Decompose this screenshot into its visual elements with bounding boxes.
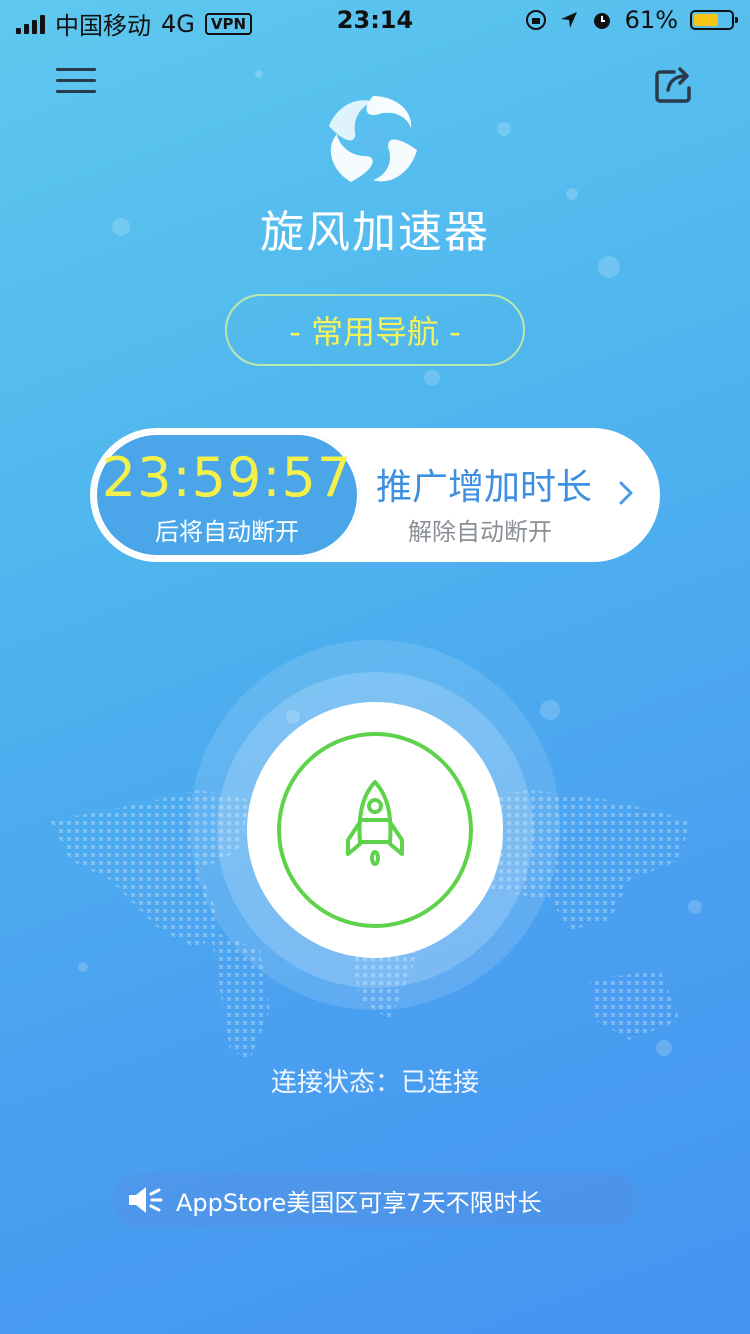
- whirlwind-logo-icon: [329, 96, 417, 182]
- status-right: 61%: [525, 6, 738, 34]
- hamburger-menu-icon: [56, 68, 96, 93]
- countdown-caption: 后将自动断开: [155, 518, 299, 546]
- battery-icon: [690, 10, 738, 30]
- rocket-icon: [346, 780, 404, 866]
- menu-button[interactable]: [56, 62, 96, 102]
- chevron-right-icon[interactable]: [616, 478, 636, 508]
- status-bar: 中国移动 4G VPN 23:14 61%: [0, 0, 750, 40]
- notice-banner[interactable]: AppStore美国区可享7天不限时长: [112, 1174, 638, 1226]
- countdown-timer: 23:59:57: [101, 446, 353, 509]
- app-title: 旋风加速器: [260, 207, 490, 258]
- common-nav-button[interactable]: - 常用导航 -: [225, 294, 525, 366]
- common-nav-label: - 常用导航 -: [289, 313, 461, 351]
- speaker-icon: [129, 1187, 163, 1213]
- location-icon: [560, 12, 577, 28]
- share-button[interactable]: [652, 62, 696, 106]
- share-icon: [655, 67, 691, 103]
- notice-text: AppStore美国区可享7天不限时长: [176, 1188, 542, 1217]
- orientation-lock-icon: [525, 10, 546, 30]
- promo-caption: 解除自动断开: [408, 518, 552, 546]
- promo-extend-link[interactable]: 推广增加时长: [376, 458, 592, 510]
- battery-percent: 61%: [624, 6, 678, 34]
- alarm-icon: [593, 13, 610, 29]
- connection-status: 连接状态：已连接: [270, 1068, 479, 1098]
